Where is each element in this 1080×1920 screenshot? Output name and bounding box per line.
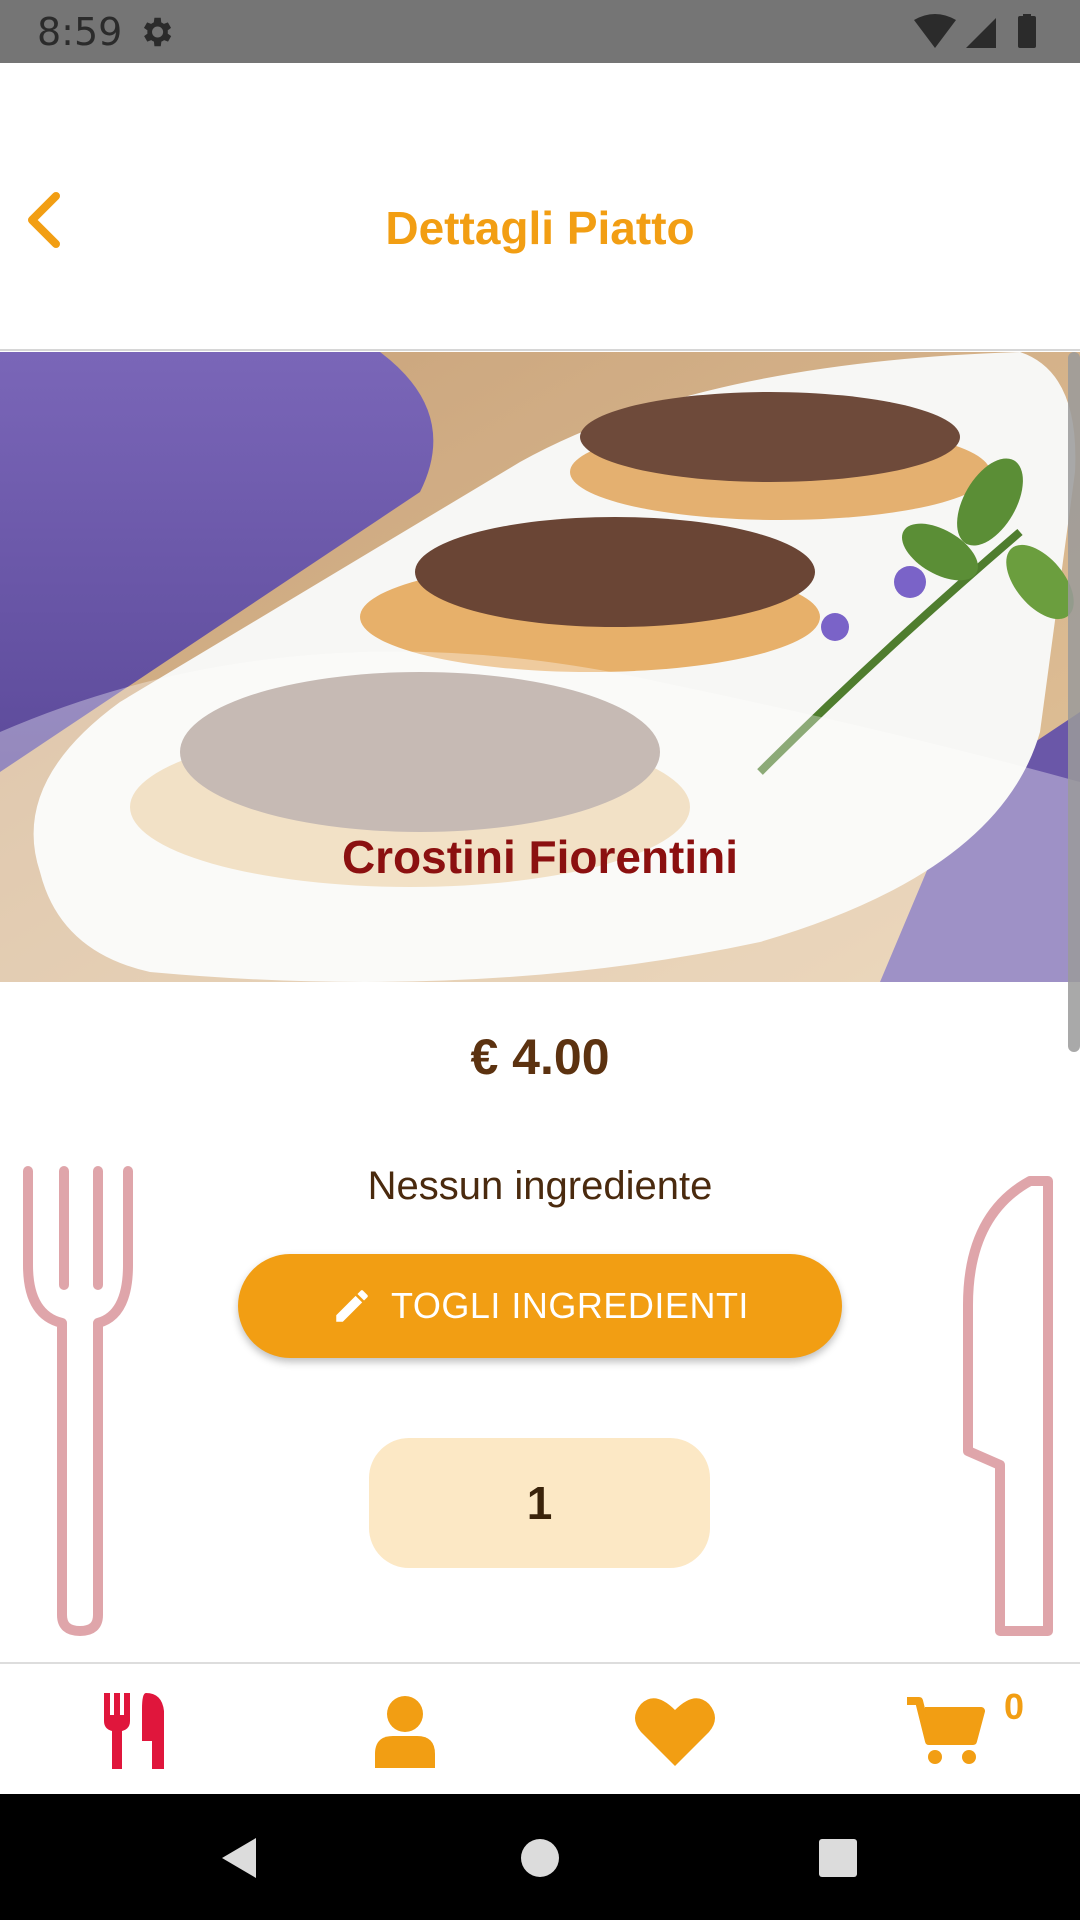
- quantity-value: 1: [526, 1477, 553, 1529]
- circle-home-icon: [521, 1839, 559, 1877]
- dish-photo: [0, 352, 1080, 982]
- system-home-button[interactable]: [508, 1826, 572, 1890]
- heart-icon: [635, 1698, 715, 1766]
- cart-count-badge: 0: [1004, 1686, 1025, 1727]
- fork-icon: [23, 1166, 133, 1636]
- signal-icon: [966, 18, 996, 48]
- scrollbar[interactable]: [1068, 352, 1080, 1052]
- nav-profile[interactable]: [350, 1686, 460, 1776]
- bottom-nav: 0: [0, 1662, 1080, 1794]
- utensils-icon: [104, 1693, 164, 1769]
- wifi-icon: [914, 14, 956, 48]
- status-bar: 8:59: [0, 0, 1080, 63]
- app-header: Dettagli Piatto: [0, 63, 1080, 351]
- nav-menu[interactable]: [80, 1686, 190, 1776]
- dish-price: € 4.00: [470, 1029, 610, 1085]
- square-recents-icon: [819, 1839, 857, 1877]
- gear-icon: [143, 17, 172, 47]
- triangle-back-icon: [222, 1838, 256, 1878]
- status-time: 8:59: [37, 10, 123, 54]
- remove-ingredients-button[interactable]: TOGLI INGREDIENTI: [238, 1254, 842, 1358]
- system-recents-button[interactable]: [806, 1826, 870, 1890]
- system-back-button[interactable]: [206, 1826, 270, 1890]
- remove-ingredients-label: TOGLI INGREDIENTI: [391, 1285, 749, 1326]
- quantity-box[interactable]: 1: [369, 1438, 710, 1568]
- status-indicators: [914, 14, 1036, 48]
- dish-name: Crostini Fiorentini: [341, 831, 739, 883]
- page-title: Dettagli Piatto: [385, 202, 695, 254]
- user-icon: [375, 1696, 435, 1768]
- nav-favorites[interactable]: [620, 1686, 730, 1776]
- system-nav-bar: [0, 1794, 1080, 1920]
- battery-icon: [1018, 16, 1036, 48]
- nav-cart[interactable]: [890, 1686, 1000, 1776]
- ingredients-text: Nessun ingrediente: [367, 1164, 713, 1208]
- pencil-icon: [336, 1290, 368, 1322]
- cart-icon: [907, 1697, 985, 1764]
- dish-image: Crostini Fiorentini: [0, 352, 1080, 982]
- knife-icon: [963, 1176, 1053, 1636]
